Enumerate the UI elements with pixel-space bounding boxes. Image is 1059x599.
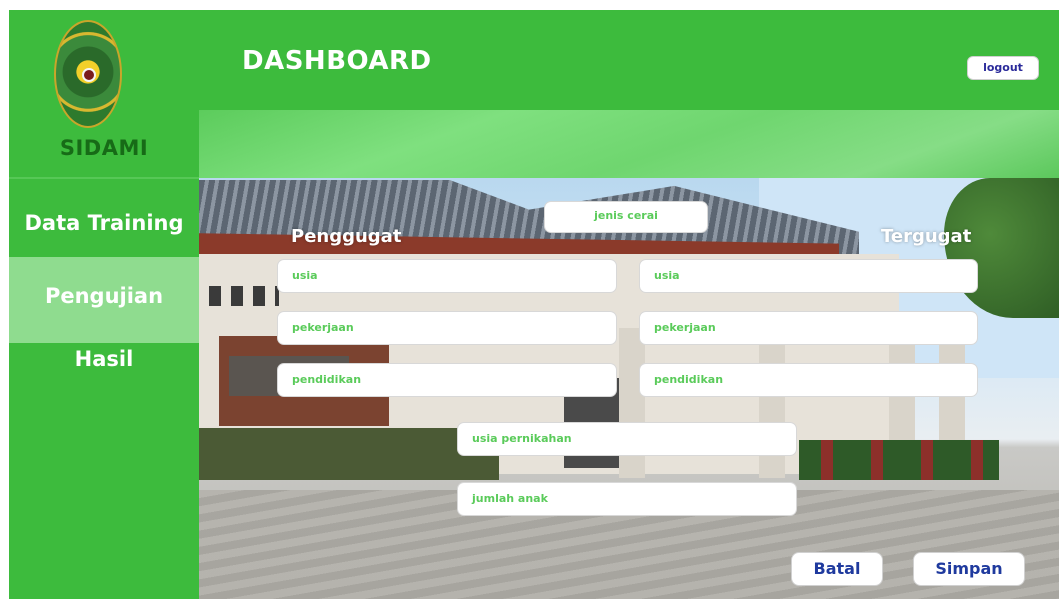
hedge bbox=[199, 428, 499, 480]
penggugat-usia-field[interactable]: usia bbox=[277, 259, 617, 293]
tergugat-pekerjaan-field[interactable]: pekerjaan bbox=[639, 311, 978, 345]
simpan-button[interactable]: Simpan bbox=[913, 552, 1025, 586]
brand-name: SIDAMI bbox=[59, 136, 149, 160]
background-photo: Penggugat Tergugat jenis cerai usia peke… bbox=[199, 178, 1059, 599]
sidebar-item-pengujian[interactable]: Pengujian bbox=[9, 257, 199, 343]
header-banner bbox=[199, 110, 1059, 178]
logout-button[interactable]: logout bbox=[967, 56, 1039, 80]
penggugat-pekerjaan-field[interactable]: pekerjaan bbox=[277, 311, 617, 345]
usia-pernikahan-field[interactable]: usia pernikahan bbox=[457, 422, 797, 456]
tergugat-usia-field[interactable]: usia bbox=[639, 259, 978, 293]
sidebar: SIDAMI Data Training Pengujian Hasil bbox=[9, 10, 199, 599]
tergugat-pendidikan-field[interactable]: pendidikan bbox=[639, 363, 978, 397]
sidebar-item-hasil[interactable]: Hasil bbox=[9, 347, 199, 371]
batal-button[interactable]: Batal bbox=[791, 552, 883, 586]
tergugat-heading: Tergugat bbox=[881, 226, 972, 247]
sidebar-divider bbox=[9, 177, 199, 179]
header: DASHBOARD logout bbox=[199, 10, 1059, 110]
page-title: DASHBOARD bbox=[242, 46, 432, 76]
potted-plants bbox=[799, 440, 999, 480]
emblem-center bbox=[82, 68, 96, 82]
jumlah-anak-field[interactable]: jumlah anak bbox=[457, 482, 797, 516]
app-frame: SIDAMI Data Training Pengujian Hasil DAS… bbox=[9, 10, 1059, 599]
court-emblem-logo bbox=[54, 20, 122, 128]
window-row bbox=[209, 286, 279, 306]
penggugat-pendidikan-field[interactable]: pendidikan bbox=[277, 363, 617, 397]
sidebar-item-data-training[interactable]: Data Training bbox=[9, 211, 199, 235]
jenis-cerai-field[interactable]: jenis cerai bbox=[544, 201, 708, 233]
penggugat-heading: Penggugat bbox=[291, 226, 402, 247]
